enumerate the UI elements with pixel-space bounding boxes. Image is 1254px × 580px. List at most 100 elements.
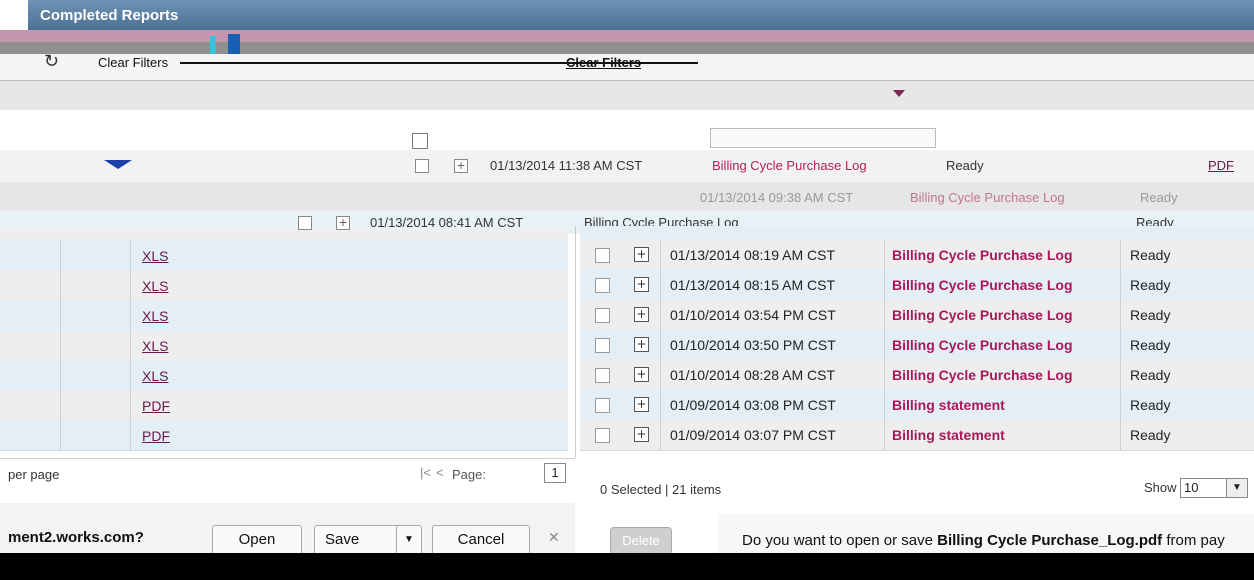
report-name-link[interactable]: Billing Cycle Purchase Log: [892, 247, 1073, 263]
close-icon[interactable]: ✕: [548, 529, 560, 546]
expand-plus-icon[interactable]: +: [634, 307, 649, 322]
table-row[interactable]: XLS: [0, 300, 568, 331]
format-link[interactable]: XLS: [142, 278, 168, 294]
report-date: 01/09/2014 03:08 PM CST: [670, 397, 836, 413]
table-row[interactable]: XLS: [0, 270, 568, 301]
report-status: Ready: [1130, 337, 1171, 353]
table-row[interactable]: + 01/10/2014 03:54 PM CST Billing Cycle …: [580, 300, 1254, 331]
show-label: Show: [1144, 480, 1177, 495]
select-all-checkbox[interactable]: [412, 133, 428, 149]
table-row[interactable]: XLS: [0, 330, 568, 361]
expand-plus-icon[interactable]: +: [454, 159, 468, 173]
format-link[interactable]: XLS: [142, 368, 168, 384]
table-row[interactable]: + 01/13/2014 11:38 AM CST Billing Cycle …: [0, 150, 1254, 182]
expand-plus-icon[interactable]: +: [634, 367, 649, 382]
row-checkbox[interactable]: [595, 308, 610, 323]
report-name-link[interactable]: Billing statement: [892, 427, 1005, 443]
row-checkbox[interactable]: [298, 216, 312, 230]
format-link[interactable]: PDF: [142, 428, 170, 444]
first-page-icon[interactable]: |<: [420, 465, 431, 480]
report-date: 01/13/2014 08:41 AM CST: [370, 215, 524, 230]
title-bar: Completed Reports: [28, 0, 1254, 30]
format-link[interactable]: PDF: [1208, 158, 1234, 173]
report-status: Ready: [1130, 277, 1171, 293]
table-row[interactable]: + 01/09/2014 03:08 PM CST Billing statem…: [580, 390, 1254, 421]
column-header-row: [0, 80, 1254, 111]
report-name-link[interactable]: Billing Cycle Purchase Log: [892, 277, 1073, 293]
delete-button[interactable]: Delete: [610, 527, 672, 555]
report-name-link[interactable]: Billing Cycle Purchase Log: [892, 367, 1073, 383]
page-number-input[interactable]: 1: [544, 463, 566, 483]
sort-arrow-icon[interactable]: [893, 90, 905, 98]
left-report-list: XLS XLS XLS XLS XLS PDF PDF: [0, 230, 568, 458]
row-checkbox[interactable]: [595, 428, 610, 443]
report-date: 01/09/2014 03:07 PM CST: [670, 427, 836, 443]
header-band: [0, 30, 1254, 42]
format-link[interactable]: PDF: [142, 398, 170, 414]
save-button-label: Save: [325, 531, 360, 548]
table-row[interactable]: XLS: [0, 360, 568, 391]
report-name-link[interactable]: Billing Cycle Purchase Log: [910, 190, 1065, 205]
report-date: 01/13/2014 08:15 AM CST: [670, 277, 835, 293]
row-checkbox[interactable]: [595, 278, 610, 293]
report-name-link[interactable]: Billing Cycle Purchase Log: [712, 158, 867, 173]
row-checkbox[interactable]: [595, 248, 610, 263]
format-link[interactable]: XLS: [142, 338, 168, 354]
chevron-down-icon[interactable]: ▼: [1226, 478, 1248, 498]
expand-plus-icon[interactable]: +: [336, 216, 350, 230]
table-row[interactable]: + 01/09/2014 03:07 PM CST Billing statem…: [580, 420, 1254, 451]
download-question: ment2.works.com?: [8, 529, 144, 546]
table-row[interactable]: 01/13/2014 09:38 AM CST Billing Cycle Pu…: [0, 182, 1254, 210]
expand-plus-icon[interactable]: +: [634, 247, 649, 262]
report-name-link[interactable]: Billing Cycle Purchase Log: [892, 337, 1073, 353]
header-band-secondary: [0, 42, 1254, 54]
right-report-list: + 01/13/2014 08:19 AM CST Billing Cycle …: [580, 226, 1254, 458]
report-status: Ready: [1140, 190, 1178, 205]
expand-plus-icon[interactable]: +: [634, 427, 649, 442]
report-date: 01/10/2014 03:54 PM CST: [670, 307, 836, 323]
table-row[interactable]: PDF: [0, 390, 568, 421]
report-name-link[interactable]: Billing Cycle Purchase Log: [892, 307, 1073, 323]
format-link[interactable]: XLS: [142, 248, 168, 264]
clear-filters-link[interactable]: Clear Filters: [566, 55, 641, 70]
open-button[interactable]: Open: [212, 525, 302, 555]
expand-plus-icon[interactable]: +: [634, 277, 649, 292]
expand-plus-icon[interactable]: +: [634, 397, 649, 412]
filter-input-row: [0, 110, 1254, 150]
per-page-label: per page: [8, 467, 60, 482]
chevron-down-icon[interactable]: ▼: [396, 525, 422, 555]
prev-page-icon[interactable]: <: [436, 465, 444, 480]
report-date: 01/13/2014 11:38 AM CST: [490, 158, 643, 173]
cancel-button[interactable]: Cancel: [432, 525, 530, 555]
report-name-link[interactable]: Billing statement: [892, 397, 1005, 413]
refresh-icon[interactable]: ↻: [44, 51, 59, 72]
page-label: Page:: [452, 467, 486, 482]
expand-plus-icon[interactable]: +: [634, 337, 649, 352]
left-pager: per page |< < Page: 1: [0, 458, 575, 489]
report-date: 01/10/2014 08:28 AM CST: [670, 367, 835, 383]
clear-filters-button[interactable]: Clear Filters: [98, 55, 168, 70]
table-row[interactable]: XLS: [0, 240, 568, 271]
report-date: 01/13/2014 08:19 AM CST: [670, 247, 835, 263]
selection-count: 0 Selected | 21 items: [600, 482, 722, 497]
chevron-down-icon[interactable]: [104, 160, 132, 170]
report-status: Ready: [946, 158, 984, 173]
report-status: Ready: [1130, 367, 1171, 383]
table-row-partial: [580, 226, 1254, 241]
row-checkbox[interactable]: [595, 338, 610, 353]
save-button[interactable]: Save: [314, 525, 406, 555]
row-checkbox[interactable]: [415, 159, 429, 173]
page-title: Completed Reports: [40, 7, 179, 24]
table-row[interactable]: + 01/10/2014 03:50 PM CST Billing Cycle …: [580, 330, 1254, 361]
page-size-select[interactable]: 10: [1180, 478, 1227, 498]
format-link[interactable]: XLS: [142, 308, 168, 324]
table-row[interactable]: PDF: [0, 420, 568, 451]
table-row[interactable]: + 01/13/2014 08:15 AM CST Billing Cycle …: [580, 270, 1254, 301]
column-filter-input[interactable]: [710, 128, 936, 148]
table-row[interactable]: + 01/10/2014 08:28 AM CST Billing Cycle …: [580, 360, 1254, 391]
table-row[interactable]: + 01/13/2014 08:19 AM CST Billing Cycle …: [580, 240, 1254, 271]
row-checkbox[interactable]: [595, 368, 610, 383]
row-checkbox[interactable]: [595, 398, 610, 413]
right-pager: 0 Selected | 21 items Show 10 ▼: [596, 478, 1254, 508]
report-date: 01/13/2014 09:38 AM CST: [700, 190, 854, 205]
